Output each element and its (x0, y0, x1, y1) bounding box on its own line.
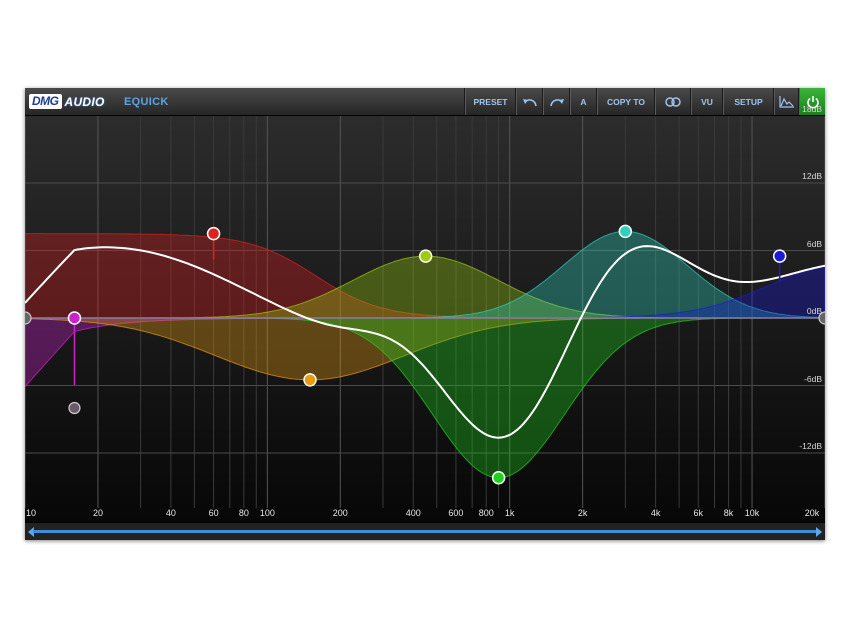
frequency-label: 1k (504, 508, 515, 518)
setup-label: SETUP (734, 96, 763, 107)
band-node-high-mid[interactable] (491, 471, 506, 485)
copy-to-button[interactable]: COPY TO (596, 88, 655, 115)
frequency-label: 800 (478, 508, 494, 518)
frequency-label: 10 (25, 508, 37, 518)
frequency-label: 200 (332, 508, 348, 518)
logo-dmg: DMG (29, 94, 62, 109)
redo-icon (549, 98, 564, 106)
spectrum-button[interactable] (773, 88, 799, 115)
preset-label: PRESET (473, 96, 508, 107)
product-name: EQUICK (124, 96, 169, 108)
frequency-label: 4k (650, 508, 661, 518)
scroll-track[interactable] (33, 530, 817, 533)
band-node-high-shelf[interactable] (772, 249, 787, 263)
db-label: 0dB (806, 306, 822, 316)
copy-to-label: COPY TO (607, 96, 645, 107)
frequency-label: 100 (259, 508, 275, 518)
frequency-label: 40 (165, 508, 176, 518)
band-node-mid[interactable] (418, 249, 433, 263)
ab-button[interactable]: A (569, 88, 597, 115)
vu-button[interactable]: VU (690, 88, 723, 115)
toolbar: DMG AUDIO EQUICK PRESET A COPY TO VU SET… (25, 88, 825, 116)
db-label: 18dB (802, 103, 822, 114)
db-label: 6dB (806, 238, 822, 249)
db-label: -6dB (804, 373, 822, 384)
frequency-label: 10k (744, 508, 760, 518)
frequency-label: 400 (405, 508, 421, 518)
scroll-right-arrow-icon[interactable] (816, 527, 822, 537)
link-button[interactable] (654, 88, 691, 115)
frequency-label: 80 (238, 508, 249, 518)
frequency-label: 20k (804, 508, 820, 518)
setup-button[interactable]: SETUP (722, 88, 774, 115)
frequency-label: 600 (448, 508, 464, 518)
link-icon (665, 96, 681, 107)
band-node-low-mid[interactable] (303, 373, 317, 387)
dmg-audio-logo: DMG AUDIO (29, 94, 105, 109)
eq-plugin-window: DMG AUDIO EQUICK PRESET A COPY TO VU SET… (25, 88, 825, 540)
preset-button[interactable]: PRESET (464, 88, 516, 115)
ab-label: A (580, 96, 587, 107)
db-label: 12dB (802, 171, 822, 181)
vu-label: VU (701, 96, 713, 107)
frequency-label: 60 (208, 508, 219, 518)
redo-button[interactable] (542, 88, 570, 115)
undo-icon (522, 98, 537, 106)
band-q-handle[interactable] (68, 401, 81, 415)
frequency-label: 20 (92, 508, 103, 518)
eq-graph[interactable]: 18dB 12dB 6dB 0dB -6dB -12dB 10 20 40 60 80 100 200… (25, 104, 825, 522)
spectrum-scrollbar[interactable] (25, 522, 825, 540)
band-node-low-shelf[interactable] (206, 226, 221, 241)
undo-button[interactable] (515, 88, 543, 115)
db-label: -12dB (799, 441, 822, 451)
spectrum-icon (778, 96, 794, 108)
frequency-label: 8k (723, 508, 734, 518)
band-node-low-cut[interactable] (67, 311, 82, 325)
logo-audio: AUDIO (64, 94, 105, 109)
eq-graph-canvas[interactable] (25, 116, 825, 522)
frequency-label: 6k (693, 508, 704, 518)
band-node-presence[interactable] (618, 224, 633, 239)
frequency-label: 2k (577, 508, 588, 518)
